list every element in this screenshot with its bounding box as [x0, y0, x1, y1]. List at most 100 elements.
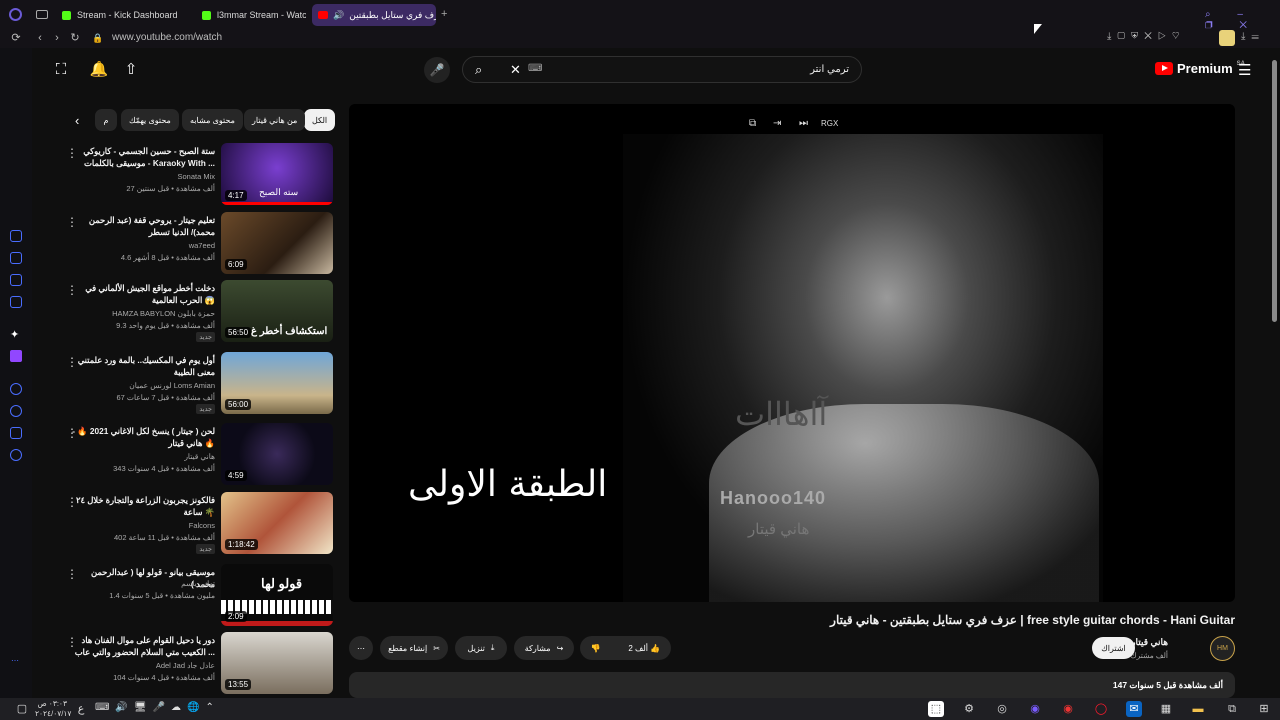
video-thumbnail[interactable]: 1:18:42: [221, 492, 333, 554]
taskbar-store-icon[interactable]: ▦: [1158, 701, 1174, 717]
list-item[interactable]: سته الصبح 4:17 ستة الصبح - حسين الجسمي -…: [60, 143, 335, 208]
chip-recommended[interactable]: محتوى يهمّك: [121, 109, 179, 131]
more-options-icon[interactable]: ⋮: [66, 495, 78, 509]
sidebar-player-icon[interactable]: [10, 383, 22, 395]
taskbar-clock[interactable]: ٠٣:٠٣ ص ٢٠٢٤/٠٧/١٧: [35, 699, 71, 719]
more-options-icon[interactable]: ⋮: [66, 355, 78, 369]
keyboard-icon[interactable]: ⌨: [528, 63, 542, 74]
video-thumbnail[interactable]: 56:00: [221, 352, 333, 414]
speaker-icon[interactable]: 🔊: [333, 10, 344, 21]
channel-name[interactable]: Adel Jad عادل جاد: [156, 661, 215, 670]
tab-menu-icon[interactable]: [36, 10, 48, 19]
tab-kick-stream[interactable]: l3mmar Stream - Watch L: [196, 4, 306, 26]
list-item[interactable]: 1:18:42 فالكونز يجربون الزراعة والتجارة …: [60, 492, 335, 557]
reload-icon[interactable]: ⟳: [9, 31, 23, 45]
refresh-icon[interactable]: ↻: [68, 31, 82, 45]
clear-search-icon[interactable]: ✕: [510, 62, 521, 78]
video-thumbnail[interactable]: قولو لها 2:09: [221, 564, 333, 626]
sidebar-wallet-icon[interactable]: [10, 274, 22, 286]
search-box[interactable]: ⌕ ✕ ⌨ ترمي انتر: [462, 56, 862, 83]
search-icon[interactable]: ⌕: [475, 62, 482, 78]
sidebar-aria-icon[interactable]: ✦: [10, 328, 19, 341]
new-tab-button[interactable]: +: [441, 8, 447, 20]
tab-kick-dashboard[interactable]: Stream - Kick Dashboard: [56, 4, 196, 26]
more-options-icon[interactable]: ⋮: [66, 567, 78, 581]
url-field[interactable]: www.youtube.com/watch: [112, 32, 222, 43]
more-options-icon[interactable]: ⋮: [66, 146, 78, 160]
profile-icon[interactable]: [1219, 30, 1235, 46]
dislike-icon[interactable]: 👎: [591, 644, 601, 653]
channel-name[interactable]: لورنس عميان Loms Amian: [129, 381, 215, 390]
list-item[interactable]: 6:09 تعليم جيتار - يروحي قفة (عبد الرحمن…: [60, 212, 335, 277]
language-indicator[interactable]: ع: [73, 701, 89, 717]
mode-label[interactable]: RGX: [821, 119, 838, 128]
video-title[interactable]: تعليم جيتار - يروحي قفة (عبد الرحمن محمد…: [70, 214, 215, 238]
channel-name[interactable]: هاني قيتار: [184, 452, 215, 461]
more-options-icon[interactable]: ⋮: [66, 215, 78, 229]
list-item[interactable]: 56:00 أول يوم في المكسيك.. بالمة ورد علم…: [60, 352, 335, 417]
like-button[interactable]: 2 ألف 👍: [628, 644, 660, 653]
chip-all[interactable]: الكل: [304, 109, 336, 131]
taskbar-app-5-icon[interactable]: ◉: [1060, 701, 1076, 717]
back-icon[interactable]: ‹: [33, 31, 47, 45]
taskbar-opera-icon[interactable]: ◯: [1093, 701, 1109, 717]
channel-name[interactable]: HAMZA BABYLON حمزة بابلون: [112, 309, 215, 318]
share-button[interactable]: مشاركة ↪: [514, 636, 574, 660]
notifications-icon[interactable]: 🔔: [89, 60, 109, 80]
tab-youtube-active[interactable]: 🔊 عزف فري ستايل بطبقتين: [312, 4, 436, 26]
video-title[interactable]: دور يا دحيل القوام على موال الفنان هاد ا…: [70, 634, 215, 658]
opera-logo-icon[interactable]: [9, 8, 22, 21]
video-title[interactable]: دخلت أخطر مواقع الجيش الألماني في الحرب …: [70, 282, 215, 306]
taskbar-taskview-icon[interactable]: ⧉: [1224, 701, 1240, 717]
sidebar-history-icon[interactable]: [10, 230, 22, 242]
taskbar-files-icon[interactable]: ▬: [1190, 701, 1206, 717]
sidebar-settings-icon[interactable]: [10, 449, 22, 461]
sidebar-twitch-icon[interactable]: [10, 350, 22, 362]
taskbar-app-1-icon[interactable]: ⬚: [928, 701, 944, 717]
youtube-premium-logo[interactable]: Premium SA: [1155, 61, 1245, 76]
sidebar-more-icon[interactable]: ⋯: [11, 656, 19, 665]
channel-name[interactable]: تهاني باسم: [181, 579, 215, 588]
video-title[interactable]: لحن ( جيتار ) ينسخ لكل الاغاني 2021 🔥 - …: [70, 425, 215, 449]
list-item[interactable]: 13:55 دور يا دحيل القوام على موال الفنان…: [60, 632, 335, 697]
download-button[interactable]: تنزيل ⤓: [455, 636, 507, 660]
upload-icon[interactable]: ⇧: [121, 60, 141, 80]
list-item[interactable]: قولو لها 2:09 موسيقى بيانو - قولو لها ( …: [60, 564, 335, 629]
more-options-icon[interactable]: ⋮: [66, 426, 78, 440]
channel-avatar[interactable]: HM: [1210, 636, 1235, 661]
guide-menu-icon[interactable]: ☰: [1238, 61, 1251, 79]
system-tray-icons[interactable]: ⌨🔊🖥🎤☁🌐⌃: [95, 702, 220, 713]
chips-prev-icon[interactable]: ‹: [75, 113, 79, 128]
taskbar-app-4-icon[interactable]: ◉: [1027, 701, 1043, 717]
sidebar-messenger-icon[interactable]: [10, 296, 22, 308]
channel-name[interactable]: Sonata Mix: [177, 172, 215, 181]
more-options-icon[interactable]: ⋮: [66, 635, 78, 649]
chip-from-channel[interactable]: من هاني قيتار: [244, 109, 306, 131]
next-icon[interactable]: ⏭: [799, 118, 808, 129]
video-title[interactable]: أول يوم في المكسيك.. بالمة ورد علمتني مع…: [70, 354, 215, 378]
miniplayer-icon[interactable]: ⧉: [749, 118, 756, 129]
notifications-tray-icon[interactable]: ▢: [14, 701, 30, 717]
sidebar-clock-icon[interactable]: [10, 405, 22, 417]
more-actions-button[interactable]: ⋯: [349, 636, 373, 660]
taskbar-app-3-icon[interactable]: ◎: [994, 701, 1010, 717]
search-input[interactable]: ترمي انتر: [810, 64, 849, 75]
create-icon[interactable]: ⛶: [51, 60, 71, 80]
video-title[interactable]: فالكونز يجربون الزراعة والتجارة خلال ٢٤ …: [70, 494, 215, 518]
video-thumbnail[interactable]: 13:55: [221, 632, 333, 694]
video-thumbnail[interactable]: سته الصبح 4:17: [221, 143, 333, 205]
video-thumbnail[interactable]: 4:59: [221, 423, 333, 485]
video-thumbnail[interactable]: 6:09: [221, 212, 333, 274]
description-box[interactable]: 147 ألف مشاهدة قبل 5 سنوات: [349, 672, 1235, 698]
channel-name-main[interactable]: هاني قيتار: [1131, 637, 1168, 648]
chip-related[interactable]: محتوى مشابه: [182, 109, 243, 131]
more-options-icon[interactable]: ⋮: [66, 283, 78, 297]
browser-menu-icon[interactable]: ⤓☰: [1241, 31, 1265, 42]
channel-name[interactable]: wa7eed: [189, 241, 215, 250]
taskbar-outlook-icon[interactable]: ✉: [1126, 701, 1142, 717]
channel-name[interactable]: Falcons: [189, 521, 215, 530]
subscribe-button[interactable]: اشتراك: [1092, 637, 1135, 659]
video-thumbnail[interactable]: استكشاف أخطر غ 56:50: [221, 280, 333, 342]
video-title[interactable]: ستة الصبح - حسين الجسمي - كاريوكي موسيقى…: [70, 145, 215, 169]
forward-icon[interactable]: ›: [50, 31, 64, 45]
